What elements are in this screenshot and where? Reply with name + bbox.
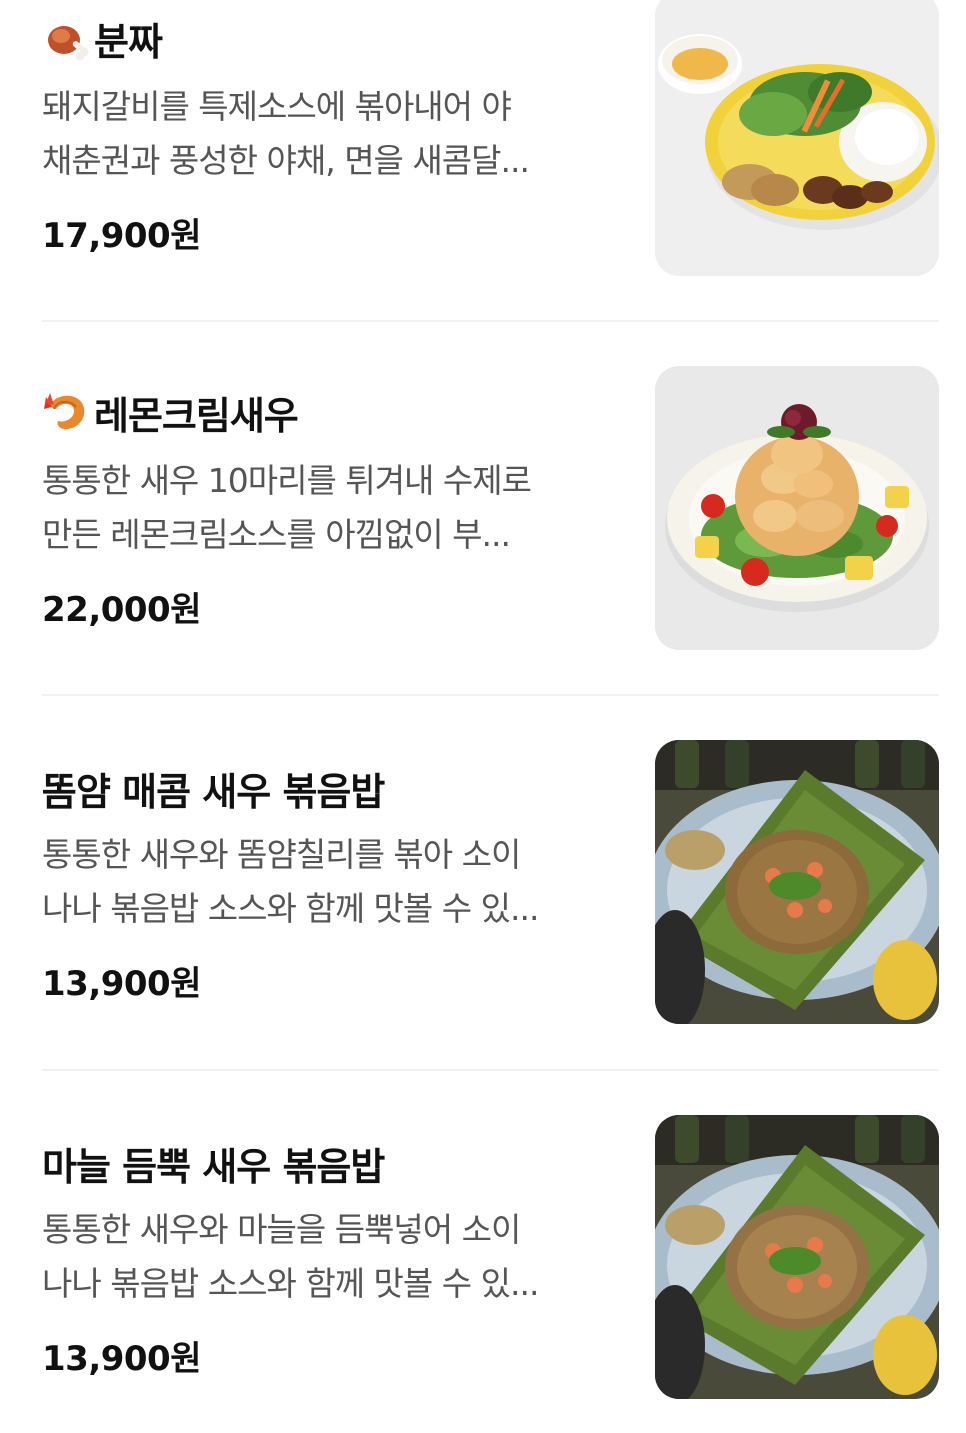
menu-item-garlic-fried-rice[interactable]: 마늘 듬뿍 새우 볶음밥 통통한 새우와 마늘을 듬뿍넣어 소이 나나 볶음밥 …: [0, 1115, 966, 1415]
description-line: 통통한 새우 10마리를 튀겨내 수제로: [42, 461, 532, 500]
divider: [42, 694, 939, 696]
divider: [42, 1069, 939, 1071]
menu-item-title: 레몬크림새우: [42, 386, 299, 438]
bun-cha-plate-photo[interactable]: [655, 0, 939, 276]
description-line: 돼지갈비를 특제소스에 볶아내어 야: [42, 87, 512, 126]
description-line: 만든 레몬크림소스를 아낌없이 부...: [42, 515, 511, 554]
garlic-shrimp-fried-rice-photo[interactable]: [655, 1115, 939, 1399]
description-line: 통통한 새우와 마늘을 듬뿍넣어 소이: [42, 1210, 521, 1249]
menu-item-name: 마늘 듬뿍 새우 볶음밥: [42, 1144, 385, 1189]
meat-on-bone-icon: [42, 13, 92, 63]
lemon-cream-shrimp-photo[interactable]: [655, 366, 939, 650]
menu-item-lemon-cream-shrimp[interactable]: 레몬크림새우 통통한 새우 10마리를 튀겨내 수제로 만든 레몬크림소스를 아…: [0, 366, 966, 666]
menu-item-description: 통통한 새우와 마늘을 듬뿍넣어 소이 나나 볶음밥 소스와 함께 맛볼 수 있…: [42, 1203, 612, 1311]
description-line: 나나 볶음밥 소스와 함께 맛볼 수 있...: [42, 889, 539, 928]
menu-item-title: 마늘 듬뿍 새우 볶음밥: [42, 1137, 385, 1189]
menu-item-title: 똠얌 매콤 새우 볶음밥: [42, 762, 385, 814]
menu-item-tom-yum-fried-rice[interactable]: 똠얌 매콤 새우 볶음밥 통통한 새우와 똠얌칠리를 볶아 소이 나나 볶음밥 …: [0, 740, 966, 1040]
menu-item-name: 레몬크림새우: [94, 393, 299, 438]
fried-shrimp-icon: [42, 387, 92, 437]
menu-item-name: 분짜: [94, 19, 163, 64]
menu-item-title: 분짜: [42, 12, 163, 64]
menu-item-price: 13,900원: [42, 1339, 201, 1379]
menu-item-description: 돼지갈비를 특제소스에 볶아내어 야 채춘권과 풍성한 야채, 면을 새콤달..…: [42, 80, 612, 188]
menu-item-price: 17,900원: [42, 216, 201, 256]
menu-item-bun-cha[interactable]: 분짜 돼지갈비를 특제소스에 볶아내어 야 채춘권과 풍성한 야채, 면을 새콤…: [0, 0, 966, 300]
menu-item-description: 통통한 새우 10마리를 튀겨내 수제로 만든 레몬크림소스를 아낌없이 부..…: [42, 454, 612, 562]
description-line: 나나 볶음밥 소스와 함께 맛볼 수 있...: [42, 1264, 539, 1303]
tom-yum-shrimp-fried-rice-photo[interactable]: [655, 740, 939, 1024]
menu-item-name: 똠얌 매콤 새우 볶음밥: [42, 769, 385, 814]
divider: [42, 320, 939, 322]
description-line: 채춘권과 풍성한 야채, 면을 새콤달...: [42, 141, 530, 180]
menu-item-description: 통통한 새우와 똠얌칠리를 볶아 소이 나나 볶음밥 소스와 함께 맛볼 수 있…: [42, 828, 612, 936]
menu-item-price: 22,000원: [42, 590, 201, 630]
description-line: 통통한 새우와 똠얌칠리를 볶아 소이: [42, 835, 521, 874]
menu-item-price: 13,900원: [42, 964, 201, 1004]
